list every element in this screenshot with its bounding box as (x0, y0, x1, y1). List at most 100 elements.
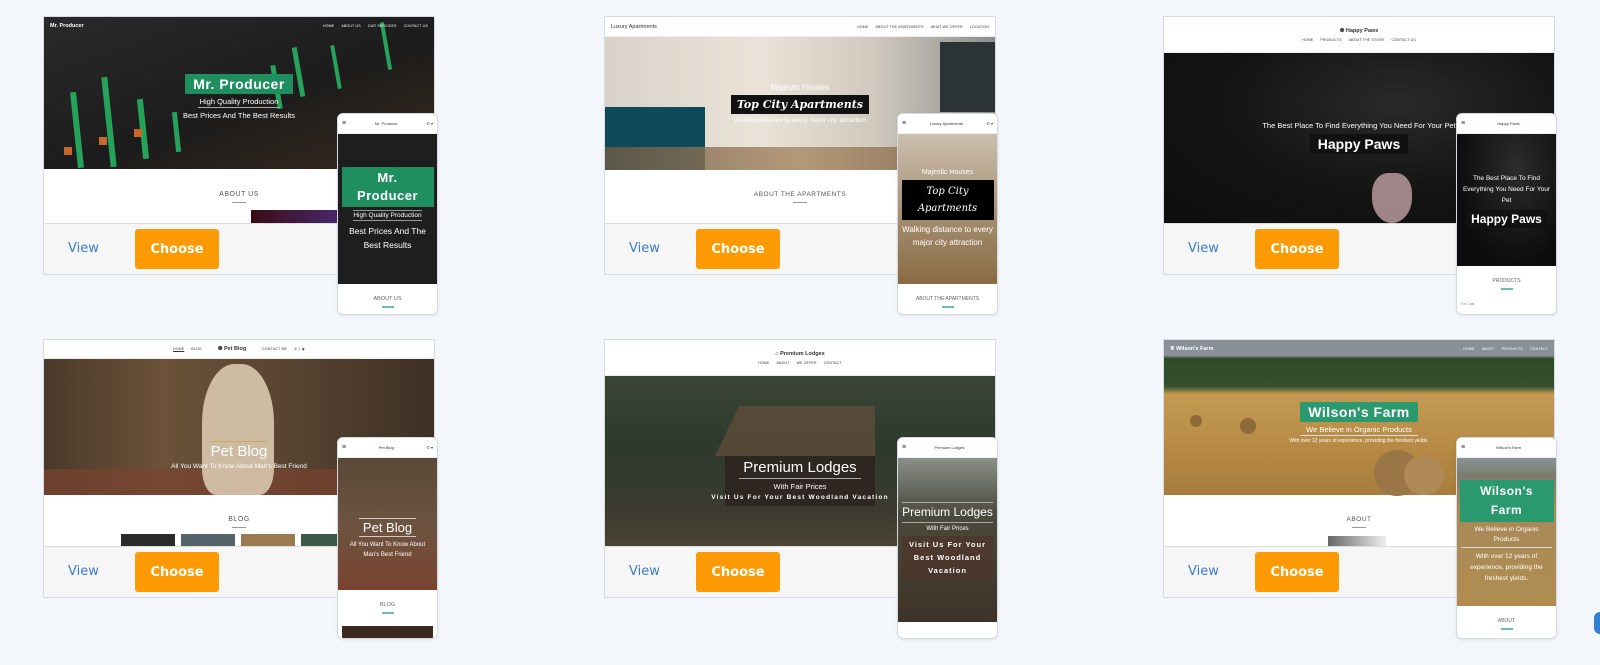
choose-button[interactable]: Choose (1255, 229, 1339, 269)
nav-link: WE OFFER (796, 360, 817, 365)
hero-subtitle: All You Want To Know About Man's Best Fr… (171, 462, 307, 470)
phone-icon: ✆ ▾ (426, 121, 433, 126)
nav-link: CONTACT US (403, 24, 428, 28)
nav-link: OUR SERVICES (367, 24, 397, 28)
brand-text: Pet Blog (223, 346, 247, 352)
mobile-brand: Luxury Apartments (929, 121, 963, 126)
mobile-preview-luxury-apartments: ≡ Luxury Apartments ✆ ▾ Majestic Houses … (897, 113, 998, 315)
mobile-hero-title: Mr. Producer (341, 166, 434, 207)
nav-link: HOME (1302, 37, 1314, 42)
nav-link: PRODUCTS (1320, 37, 1342, 42)
mobile-section-label: ABOUT (1457, 606, 1556, 638)
mobile-nav: ≡ Luxury Apartments ✆ ▾ (898, 114, 997, 134)
nav-link: ABOUT (1481, 347, 1495, 351)
choose-button[interactable]: Choose (1255, 552, 1339, 592)
mobile-hero: Wilson's Farm We Believe in Organic Prod… (1457, 458, 1556, 606)
mobile-blog-thumb (342, 626, 433, 638)
mobile-hero-tagline: With over 12 years of experience, provid… (1470, 553, 1543, 582)
hero-subtitle: Walking distance to every major city att… (734, 116, 866, 124)
nav-links-left: HOME BLOG (173, 347, 202, 351)
brand-text: Happy Paws (1345, 27, 1379, 34)
choose-button[interactable]: Choose (696, 229, 780, 269)
mobile-hero-subtitle: Walking distance to every major city att… (902, 225, 993, 247)
choose-button[interactable]: Choose (696, 552, 780, 592)
nav-links: HOME ABOUT WE OFFER CONTACT (758, 361, 842, 365)
desktop-nav: HOME BLOG ❁ Pet Blog CONTACT ME ✆ ƒ ◉ (44, 340, 434, 359)
blog-thumbs (121, 534, 355, 546)
phone-icon: ✆ ▾ (986, 121, 993, 126)
view-link[interactable]: View (1188, 241, 1219, 256)
desktop-nav: Luxury Apartments HOME ABOUT THE APARTME… (605, 17, 995, 37)
mobile-hero-tagline: Visit Us For Your Best Woodland Vacation (902, 535, 993, 579)
mobile-hero-title: Happy Paws (1466, 209, 1547, 228)
mobile-nav: ≡ Mr. Producer ✆ ▾ (338, 114, 437, 134)
nav-links: HOME ABOUT US OUR SERVICES CONTACT US (323, 24, 428, 28)
mobile-section-label: ABOUT US (338, 284, 437, 314)
mobile-hero-pretitle: Majestic Houses (921, 169, 974, 176)
about-thumb (251, 210, 351, 223)
brand-name: Luxury Apartments (611, 23, 657, 30)
hero-subtitle: We Believe in Organic Products (1300, 425, 1418, 436)
mobile-hero-title: Pet Blog (358, 518, 417, 537)
side-help-tab[interactable] (1594, 612, 1600, 634)
mobile-hero-subtitle: All You Want To Know About Man's Best Fr… (349, 542, 426, 558)
brand-text: Wilson's Farm (1176, 346, 1214, 352)
hero-title: Mr. Producer (185, 74, 293, 94)
nav-link: BLOG (191, 347, 202, 351)
hero-pretitle: The Best Place To Find Everything You Ne… (1262, 120, 1456, 130)
nav-link: WHAT WE OFFER (930, 24, 963, 29)
mobile-preview-wilsons-farm: ≡ Wilson's Farm Wilson's Farm We Believe… (1456, 437, 1557, 639)
nav-link: CONTACT (823, 360, 842, 365)
brand-name: ❦ Wilson's Farm (1170, 346, 1213, 352)
hero-title: Happy Paws (1309, 133, 1409, 154)
about-thumb (1328, 536, 1386, 546)
nav-link: PRODUCTS (1501, 347, 1523, 351)
choose-button[interactable]: Choose (135, 229, 219, 269)
mobile-hero-pretitle: The Best Place To Find Everything You Ne… (1462, 174, 1551, 204)
mobile-nav: ≡ Wilson's Farm (1457, 438, 1556, 458)
desktop-nav: ❁ Happy Paws HOME PRODUCTS ABOUT THE STO… (1164, 17, 1554, 53)
mobile-nav: ≡ Happy Paws (1457, 114, 1556, 134)
mobile-hero-title: Wilson's Farm (1459, 480, 1554, 522)
nav-link: CONTACT ME (262, 347, 288, 351)
mobile-section-label: BLOG (338, 590, 437, 626)
nav-links-right: CONTACT ME ✆ ƒ ◉ (262, 347, 305, 351)
mobile-preview-pet-blog: ≡ Pet Blog ✆ ▾ Pet Blog All You Want To … (337, 437, 438, 639)
mobile-hero: Premium Lodges With Fair Prices Visit Us… (898, 458, 997, 622)
hero-subtitle: With Fair Prices (773, 482, 827, 491)
nav-links: HOME ABOUT PRODUCTS CONTACT (1463, 347, 1548, 351)
mobile-nav: ≡ Premium Lodges (898, 438, 997, 458)
view-link[interactable]: View (629, 564, 660, 579)
nav-link: CONTACT US (1391, 37, 1416, 42)
mobile-brand: Mr. Producer (374, 121, 398, 126)
mobile-preview-premium-lodges: ≡ Premium Lodges Premium Lodges With Fai… (897, 437, 998, 639)
nav-link: ABOUT US (341, 24, 361, 28)
mobile-brand: Happy Paws (1497, 121, 1520, 126)
mobile-brand: Premium Lodges (934, 445, 965, 450)
hero-title: Pet Blog (210, 440, 268, 460)
view-link[interactable]: View (1188, 564, 1219, 579)
hero-tagline: With over 12 years of experience, provid… (1289, 438, 1429, 444)
nav-link: ABOUT (776, 360, 790, 365)
view-link[interactable]: View (68, 564, 99, 579)
nav-link: HOME (172, 347, 185, 351)
nav-link: CONTACT (1529, 347, 1548, 351)
mobile-hero: Mr. Producer High Quality Production Bes… (338, 134, 437, 284)
nav-link: HOME (758, 360, 770, 365)
hero-tagline: Visit Us For Your Best Woodland Vacation (711, 494, 889, 501)
hero-title: Premium Lodges (739, 459, 861, 479)
view-link[interactable]: View (68, 241, 99, 256)
mobile-hero-title: Premium Lodges (902, 501, 993, 523)
mobile-preview-mr-producer: ≡ Mr. Producer ✆ ▾ Mr. Producer High Qua… (337, 113, 438, 315)
mobile-section-label: ABOUT THE APARTMENTS (898, 284, 997, 314)
nav-link: LOCATION (969, 24, 989, 29)
mobile-brand: Pet Blog (378, 445, 394, 450)
mobile-hero: Pet Blog All You Want To Know About Man'… (338, 458, 437, 590)
hero-title: Wilson's Farm (1300, 402, 1418, 422)
mobile-hero-subtitle: With Fair Prices (926, 525, 969, 532)
mobile-section-label: PRODUCTS (1457, 266, 1556, 302)
view-link[interactable]: View (629, 241, 660, 256)
choose-button[interactable]: Choose (135, 552, 219, 592)
hero-title: Top City Apartments (730, 94, 870, 114)
mobile-hero: The Best Place To Find Everything You Ne… (1457, 134, 1556, 266)
